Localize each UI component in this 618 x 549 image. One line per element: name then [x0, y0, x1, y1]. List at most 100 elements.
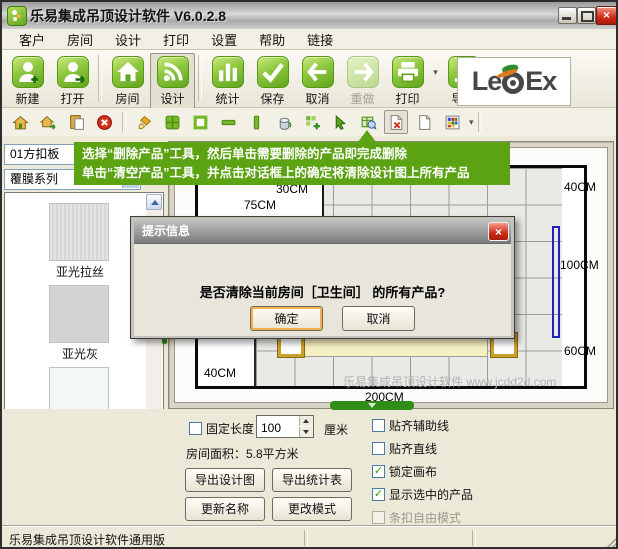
paint-bucket-icon[interactable]	[272, 110, 296, 134]
checkbox-box[interactable]	[372, 442, 385, 455]
dim-label: 60CM	[564, 344, 596, 358]
product-swatch[interactable]	[49, 203, 109, 261]
dialog-title: 提示信息	[142, 224, 190, 238]
ok-button[interactable]: 确定	[250, 306, 323, 331]
maximize-button[interactable]	[577, 7, 596, 24]
paste-icon[interactable]	[64, 110, 88, 134]
lock-canvas-checkbox[interactable]: ✓ 锁定画布	[372, 463, 437, 480]
horizontal-splitter-handle[interactable]	[330, 401, 414, 410]
fixed-length-checkbox[interactable]: 固定长度	[189, 420, 254, 437]
close-button[interactable]: ×	[596, 6, 617, 25]
length-spinner[interactable]	[256, 415, 314, 438]
export-design-button[interactable]: 导出设计图	[185, 468, 265, 492]
confirm-dialog: 提示信息 × 是否清除当前房间［卫生间］ 的所有产品? 确定 取消	[130, 216, 515, 339]
menu-item-customer[interactable]: 客户	[8, 28, 56, 51]
menu-item-links[interactable]: 链接	[296, 28, 344, 51]
bottom-panel: 固定长度 厘米 房间面积：5.8平方米 导出设计图 导出统计表 更新名称 更改模…	[2, 409, 618, 526]
toolbar-separator	[198, 55, 202, 101]
tool-strip: ▾	[2, 108, 618, 136]
select-arrow-icon[interactable]	[328, 110, 352, 134]
menu-bar: 客户 房间 设计 打印 设置 帮助 链接	[2, 29, 618, 50]
menu-item-design[interactable]: 设计	[104, 28, 152, 51]
category-select-value: 01方扣板	[10, 147, 59, 161]
brand-logo: LeEx	[457, 57, 571, 106]
clear-products-icon[interactable]	[384, 110, 408, 134]
room-button[interactable]: 房间	[105, 53, 150, 110]
open-button[interactable]: 打开	[50, 53, 95, 110]
blank-page-icon[interactable]	[412, 110, 436, 134]
status-separator	[304, 530, 308, 546]
snap-guide-checkbox[interactable]: 贴齐辅助线	[372, 417, 449, 434]
status-separator	[472, 530, 476, 546]
color-palette-icon[interactable]	[440, 110, 464, 134]
show-selected-checkbox[interactable]: ✓ 显示选中的产品	[372, 486, 473, 503]
menu-item-settings[interactable]: 设置	[200, 28, 248, 51]
spin-down-button[interactable]	[299, 427, 313, 437]
change-mode-button[interactable]: 更改模式	[272, 497, 352, 521]
open-user-icon	[57, 56, 89, 88]
minimize-button[interactable]	[558, 7, 577, 24]
dialog-body: 是否清除当前房间［卫生间］ 的所有产品? 确定 取消	[134, 243, 511, 336]
status-bar: 乐易集成吊顶设计软件通用版	[2, 526, 618, 549]
resize-grip[interactable]	[606, 536, 618, 548]
dim-label: 40CM	[564, 180, 596, 194]
horizontal-strip-icon[interactable]	[216, 110, 240, 134]
print-button[interactable]: 打印	[385, 53, 430, 110]
arrow-left-icon	[302, 56, 334, 88]
tooltip-pointer-icon	[358, 130, 376, 142]
add-product-icon[interactable]	[300, 110, 324, 134]
menu-item-print[interactable]: 打印	[152, 28, 200, 51]
printer-icon	[392, 56, 424, 88]
fill-grid-icon[interactable]	[160, 110, 184, 134]
app-logo-icon	[7, 6, 27, 26]
menu-item-room[interactable]: 房间	[56, 28, 104, 51]
scroll-up-button[interactable]	[146, 194, 162, 210]
undo-button[interactable]: 取消	[295, 53, 340, 110]
room-area-label: 房间面积：5.8平方米	[186, 445, 299, 462]
cancel-button[interactable]: 取消	[342, 306, 415, 331]
checkbox-box[interactable]: ✓	[372, 465, 385, 478]
statistics-button[interactable]: 统计	[205, 53, 250, 110]
checkbox-box[interactable]	[372, 419, 385, 432]
product-swatch[interactable]	[49, 285, 109, 343]
selected-wall-segment[interactable]	[552, 226, 560, 338]
dim-label: 100CM	[560, 258, 599, 272]
print-dropdown-chevron-icon[interactable]: ▾	[430, 67, 441, 78]
save-button[interactable]: 保存	[250, 53, 295, 110]
checkbox-box	[372, 511, 385, 524]
update-name-button[interactable]: 更新名称	[185, 497, 265, 521]
dialog-title-bar: 提示信息 ×	[134, 220, 511, 243]
checkbox-box[interactable]	[189, 422, 202, 435]
export-stats-button[interactable]: 导出统计表	[272, 468, 352, 492]
brush-icon[interactable]	[132, 110, 156, 134]
strip-separator	[478, 112, 482, 132]
menu-item-help[interactable]: 帮助	[248, 28, 296, 51]
checkbox-box[interactable]: ✓	[372, 488, 385, 501]
dialog-close-button[interactable]: ×	[488, 222, 509, 241]
maximize-icon	[581, 11, 594, 22]
unit-label: 厘米	[324, 421, 348, 438]
strip-separator	[122, 112, 126, 132]
design-icon	[157, 56, 189, 88]
title-bar: 乐易集成吊顶设计软件 V6.0.2.8 ×	[2, 2, 618, 30]
status-text: 乐易集成吊顶设计软件通用版	[9, 531, 165, 548]
list-item[interactable]: 亚光灰	[49, 285, 111, 362]
list-item[interactable]: 亚光拉丝	[49, 203, 111, 280]
spin-up-button[interactable]	[299, 416, 313, 426]
vertical-strip-icon[interactable]	[244, 110, 268, 134]
minimize-icon	[562, 17, 571, 20]
snap-line-checkbox[interactable]: 贴齐直线	[372, 440, 437, 457]
series-select-value: 覆膜系列	[10, 172, 58, 186]
redo-button: 重做	[340, 53, 385, 110]
logo-text-right: Ex	[525, 66, 556, 97]
check-icon	[257, 56, 289, 88]
design-button[interactable]: 设计	[150, 53, 195, 110]
frame-icon[interactable]	[188, 110, 212, 134]
home-forward-icon[interactable]	[36, 110, 60, 134]
strip-chevron-down-icon[interactable]: ▾	[469, 117, 474, 128]
new-button[interactable]: 新建	[5, 53, 50, 110]
home-icon[interactable]	[8, 110, 32, 134]
delete-room-icon[interactable]	[92, 110, 116, 134]
length-input[interactable]	[257, 416, 303, 439]
arrow-right-icon	[347, 56, 379, 88]
